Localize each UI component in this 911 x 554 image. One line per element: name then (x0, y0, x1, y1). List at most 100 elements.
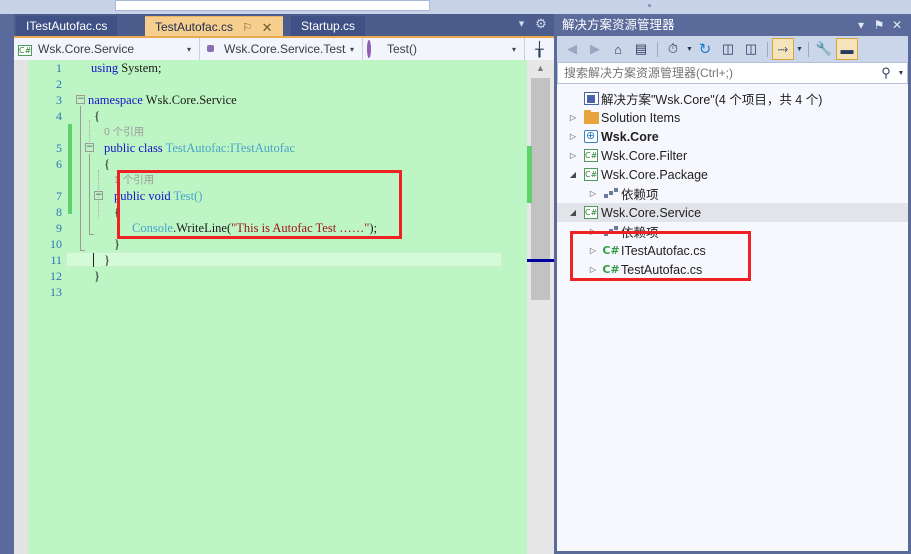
tree-item-solution-items[interactable]: ▷ Solution Items (557, 108, 908, 127)
gear-icon[interactable]: ⚙ (534, 17, 548, 31)
chevron-right-icon[interactable]: ▷ (585, 189, 601, 198)
chevron-down-icon[interactable]: ▾ (508, 45, 520, 54)
view-code-button[interactable]: ◫ (740, 38, 762, 60)
split-view-button[interactable]: ╁ (525, 38, 554, 60)
collapse-all-button[interactable]: ◫ (717, 38, 739, 60)
line-number: 1 (56, 61, 62, 75)
code-line: } (66, 236, 527, 252)
token-keyword: namespace (88, 93, 146, 107)
token-type: TestAutofac:ITestAutofac (165, 141, 296, 155)
toolbar-dot (648, 4, 651, 7)
chevron-right-icon[interactable]: ▷ (585, 265, 601, 274)
csharp-file-icon: C# (602, 244, 620, 257)
navbar-project-select[interactable]: C# Wsk.Core.Service ▾ (14, 38, 200, 60)
code-line: } (66, 268, 527, 284)
visual-studio-window: 服务器资源管理器 工具箱 ITestAutofac.cs TestAutofac… (0, 0, 911, 554)
tab-testautofac[interactable]: TestAutofac.cs ⚐ ✕ (145, 16, 283, 36)
tree-item-label: 解决方案"Wsk.Core"(4 个项目，共 4 个) (601, 93, 823, 107)
chevron-right-icon[interactable]: ▷ (585, 246, 601, 255)
codelens-class[interactable]: 0 个引用 (66, 124, 527, 140)
properties-button[interactable]: 🔧 (813, 38, 835, 60)
line-number: 12 (50, 269, 62, 283)
code-line: { (66, 156, 527, 172)
tab-startup[interactable]: Startup.cs (291, 16, 366, 36)
navbar-project-label: Wsk.Core.Service (38, 42, 135, 56)
line-number-spacer (28, 172, 62, 188)
close-icon[interactable]: ✕ (262, 18, 273, 38)
codelens-method[interactable]: 1 个引用 (66, 172, 527, 188)
tree-item-testautofac-cs[interactable]: ▷ C# TestAutofac.cs (557, 260, 908, 279)
forward-button[interactable]: ▶ (584, 38, 606, 60)
token-type: Console (132, 221, 173, 235)
navbar-type-select[interactable]: Wsk.Core.Service.TestA ▾ (200, 38, 363, 60)
code-editor-window: ITestAutofac.cs TestAutofac.cs ⚐ ✕ Start… (14, 14, 554, 554)
tree-item-wsk-core-package[interactable]: ◢ C# Wsk.Core.Package (557, 165, 908, 184)
line-number: 10 (50, 237, 62, 251)
home-button[interactable]: ⌂ (607, 38, 629, 60)
code-text[interactable]: using System; namespace Wsk.Core.Service… (66, 60, 527, 554)
properties-window-button[interactable]: ▬ (836, 38, 858, 60)
search-icon[interactable]: ⚲ (877, 65, 895, 81)
chevron-down-icon[interactable]: ▼ (895, 70, 907, 77)
close-icon[interactable]: ✕ (889, 17, 905, 33)
editor-tab-bar: ITestAutofac.cs TestAutofac.cs ⚐ ✕ Start… (14, 14, 554, 36)
main-toolbar-strip (0, 0, 911, 14)
toolbar-separator (657, 41, 658, 57)
tree-item-wsk-core[interactable]: ▷ Wsk.Core (557, 127, 908, 146)
pending-changes-button[interactable]: ▤ (630, 38, 652, 60)
tree-item-label: Wsk.Core.Filter (601, 148, 688, 163)
solution-tree[interactable]: 解决方案"Wsk.Core"(4 个项目，共 4 个) ▷ Solution I… (557, 85, 908, 551)
show-all-files-button[interactable]: ⏱ (662, 38, 684, 60)
line-number-gutter: 1 2 3 4 5 6 7 8 9 10 11 12 13 (28, 60, 66, 554)
editor-vertical-scrollbar[interactable]: ▲ (527, 60, 554, 554)
chevron-down-icon[interactable]: ▾ (183, 45, 195, 54)
tree-item-label: Wsk.Core (601, 129, 659, 144)
code-line: Console.WriteLine("This is Autofac Test … (66, 220, 527, 236)
scroll-up-button[interactable]: ▲ (527, 60, 554, 77)
refresh-button[interactable]: ↻ (694, 38, 716, 60)
chevron-down-icon[interactable]: ◢ (565, 170, 581, 179)
token-type: Test() (173, 189, 203, 203)
tree-item-itestautofac-cs[interactable]: ▷ C# ITestAutofac.cs (557, 241, 908, 260)
chevron-right-icon[interactable]: ▷ (565, 132, 581, 141)
tree-item-label: 依赖项 (621, 226, 659, 240)
chevron-right-icon[interactable]: ▷ (565, 151, 581, 160)
back-button[interactable]: ◀ (561, 38, 583, 60)
chevron-down-icon[interactable]: ◢ (565, 208, 581, 217)
search-input[interactable] (558, 64, 877, 82)
csharp-project-icon: C# (584, 168, 598, 181)
tree-item-dependencies-package[interactable]: ▷ 依赖项 (557, 184, 908, 203)
chevron-down-icon[interactable]: ▾ (346, 45, 358, 54)
code-line: namespace Wsk.Core.Service (66, 92, 527, 108)
chevron-right-icon[interactable]: ▷ (565, 113, 581, 122)
line-number: 9 (56, 221, 62, 235)
toolbar-separator (767, 41, 768, 57)
chevron-down-icon[interactable]: ▾ (853, 17, 869, 33)
token-plain: Wsk.Core.Service (145, 93, 237, 107)
token-plain: ); (369, 221, 378, 235)
tree-item-dependencies-service[interactable]: ▷ 依赖项 (557, 222, 908, 241)
line-number: 3 (56, 93, 62, 107)
toolbar-combo[interactable] (115, 0, 430, 11)
chevron-down-icon[interactable]: ▼ (795, 46, 804, 53)
pin-icon[interactable]: ⚑ (871, 17, 887, 33)
tab-label: Startup.cs (301, 19, 356, 33)
line-number: 4 (56, 109, 62, 123)
solution-explorer-body: ◀ ▶ ⌂ ▤ ⏱ ▼ ↻ ◫ ◫ ⤑ ▼ 🔧 ▬ ⚲ ▼ (557, 36, 908, 551)
navbar-member-select[interactable]: Test() ▾ (363, 38, 525, 60)
solution-explorer-search[interactable]: ⚲ ▼ (557, 62, 908, 84)
code-line: public void Test() (66, 188, 527, 204)
tab-itestautofac[interactable]: ITestAutofac.cs (16, 16, 118, 36)
tree-item-solution[interactable]: 解决方案"Wsk.Core"(4 个项目，共 4 个) (557, 89, 908, 108)
tree-item-wsk-core-service[interactable]: ◢ C# Wsk.Core.Service (557, 203, 908, 222)
chevron-down-icon[interactable]: ▾ (515, 18, 528, 31)
code-line: using System; (66, 60, 527, 76)
chevron-down-icon[interactable]: ▼ (685, 46, 694, 53)
pin-icon[interactable]: ⚐ (242, 18, 252, 38)
scrollbar-thumb[interactable] (531, 78, 550, 300)
chevron-right-icon[interactable]: ▷ (585, 227, 601, 236)
preview-selected-items-button[interactable]: ⤑ (772, 38, 794, 60)
tree-item-wsk-core-filter[interactable]: ▷ C# Wsk.Core.Filter (557, 146, 908, 165)
code-surface[interactable]: 1 2 3 4 5 6 7 8 9 10 11 12 13 − − − usin… (14, 60, 554, 554)
